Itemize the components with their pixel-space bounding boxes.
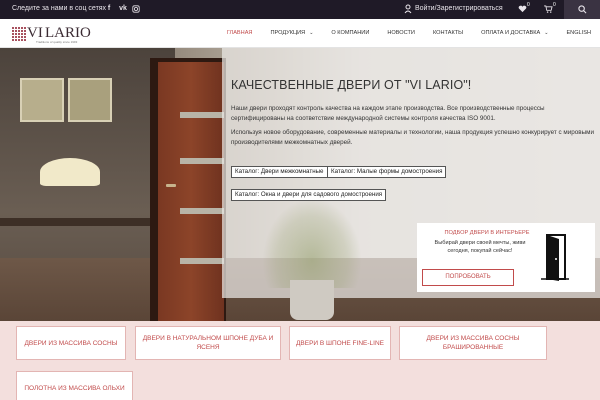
- hero-paragraph: Используя новое оборудование, современны…: [231, 129, 594, 146]
- category-oak-ash-veneer-doors[interactable]: ДВЕРИ В НАТУРАЛЬНОМ ШПОНЕ ДУБА И ЯСЕНЯ: [135, 326, 281, 360]
- catalog-interior-doors-button[interactable]: Каталог: Двери межкомнатные: [231, 166, 328, 178]
- chevron-down-icon: ⌄: [544, 30, 549, 36]
- nav-english[interactable]: ENGLISH: [566, 30, 591, 36]
- plant-image: [262, 198, 362, 288]
- catalog-garden-windows-doors-button[interactable]: Каталог: Окна и двери для садового домос…: [231, 189, 387, 201]
- category-pine-doors[interactable]: ДВЕРИ ИЗ МАССИВА СОСНЫ: [16, 326, 126, 360]
- user-icon: [404, 4, 412, 16]
- door-handle-image: [166, 184, 176, 187]
- promo-title: ПОДБОР ДВЕРИ В ИНТЕРЬЕРЕ: [444, 230, 530, 236]
- door-glass-strip: [180, 258, 224, 264]
- lamp-image: [40, 158, 100, 186]
- main-header: VI LARIO Traditions of quality since 199…: [0, 19, 600, 48]
- nav-contacts-label: КОНТАКТЫ: [432, 30, 464, 36]
- nav-contacts[interactable]: КОНТАКТЫ: [433, 30, 463, 36]
- nav-home-label: ГЛАВНАЯ: [226, 30, 253, 36]
- nav-english-label: ENGLISH: [566, 30, 591, 36]
- logo-mark-icon: [12, 27, 26, 41]
- door-picker-promo: ПОДБОР ДВЕРИ В ИНТЕРЬЕРЕ Выбирай двери с…: [417, 223, 595, 292]
- cart-icon[interactable]: [544, 5, 553, 15]
- hero-title: КАЧЕСТВЕННЫЕ ДВЕРИ ОТ "VI LARIO"!: [231, 78, 472, 92]
- nav-news[interactable]: НОВОСТИ: [387, 30, 415, 36]
- category-section: ДВЕРИ ИЗ МАССИВА СОСНЫ ДВЕРИ В НАТУРАЛЬН…: [0, 321, 600, 400]
- category-brushed-pine-doors[interactable]: ДВЕРИ ИЗ МАССИВА СОСНЫ БРАШИРОВАННЫЕ: [399, 326, 547, 360]
- hero-paragraph: Наши двери проходят контроль качества на…: [231, 105, 545, 122]
- chevron-down-icon: ⌄: [309, 30, 314, 36]
- login-link[interactable]: Войти/Зарегистрироваться: [415, 5, 503, 12]
- social-follow-text: Следите за нами в соц сетях: [12, 5, 107, 12]
- try-button[interactable]: ПОПРОБОВАТЬ: [422, 269, 514, 286]
- nav-payment-delivery[interactable]: ОПЛАТА И ДОСТАВКА ⌄: [481, 30, 548, 36]
- search-button[interactable]: [564, 0, 600, 19]
- nav-news-label: НОВОСТИ: [387, 30, 415, 36]
- search-icon: [577, 5, 586, 14]
- facebook-icon[interactable]: f: [104, 4, 114, 14]
- wishlist-count: 0: [527, 2, 530, 8]
- promo-text: Выбирай двери своей мечты, живи сегодня,…: [434, 240, 526, 254]
- wishlist-heart-icon[interactable]: [518, 5, 527, 15]
- door-glass-strip: [180, 208, 224, 214]
- category-fine-line-doors[interactable]: ДВЕРИ В ШПОНЕ FINE-LINE: [289, 326, 391, 360]
- catalog-small-forms-button[interactable]: Каталог: Малые формы домостроения: [327, 166, 447, 178]
- nav-products-label: ПРОДУКЦИЯ: [270, 30, 306, 36]
- door-image: [158, 62, 224, 321]
- main-nav: ГЛАВНАЯ ПРОДУКЦИЯ ⌄ О КОМПАНИИ НОВОСТИ КО…: [218, 19, 600, 47]
- logo-tagline: Traditions of quality since 1993: [36, 40, 78, 44]
- wall-art-image: [68, 78, 112, 122]
- door-glass-strip: [180, 158, 224, 164]
- table-image: [0, 218, 170, 226]
- door-glass-strip: [180, 112, 224, 118]
- top-bar: Следите за нами в соц сетях f vk Войти/З…: [0, 0, 600, 19]
- door-icon: [537, 231, 573, 283]
- instagram-icon[interactable]: [131, 4, 141, 14]
- nav-products[interactable]: ПРОДУКЦИЯ ⌄: [270, 30, 313, 36]
- nav-about[interactable]: О КОМПАНИИ: [331, 30, 369, 36]
- nav-payment-label: ОПЛАТА И ДОСТАВКА: [481, 30, 541, 36]
- plant-pot-image: [290, 280, 334, 320]
- logo[interactable]: VI LARIO Traditions of quality since 199…: [12, 24, 112, 46]
- cart-count: 0: [553, 2, 556, 8]
- wall-art-image: [20, 78, 64, 122]
- vk-icon[interactable]: vk: [116, 4, 130, 14]
- category-alder-panels[interactable]: ПОЛОТНА ИЗ МАССИВА ОЛЬХИ: [16, 371, 133, 400]
- nav-about-label: О КОМПАНИИ: [331, 30, 370, 36]
- nav-home[interactable]: ГЛАВНАЯ: [227, 30, 253, 36]
